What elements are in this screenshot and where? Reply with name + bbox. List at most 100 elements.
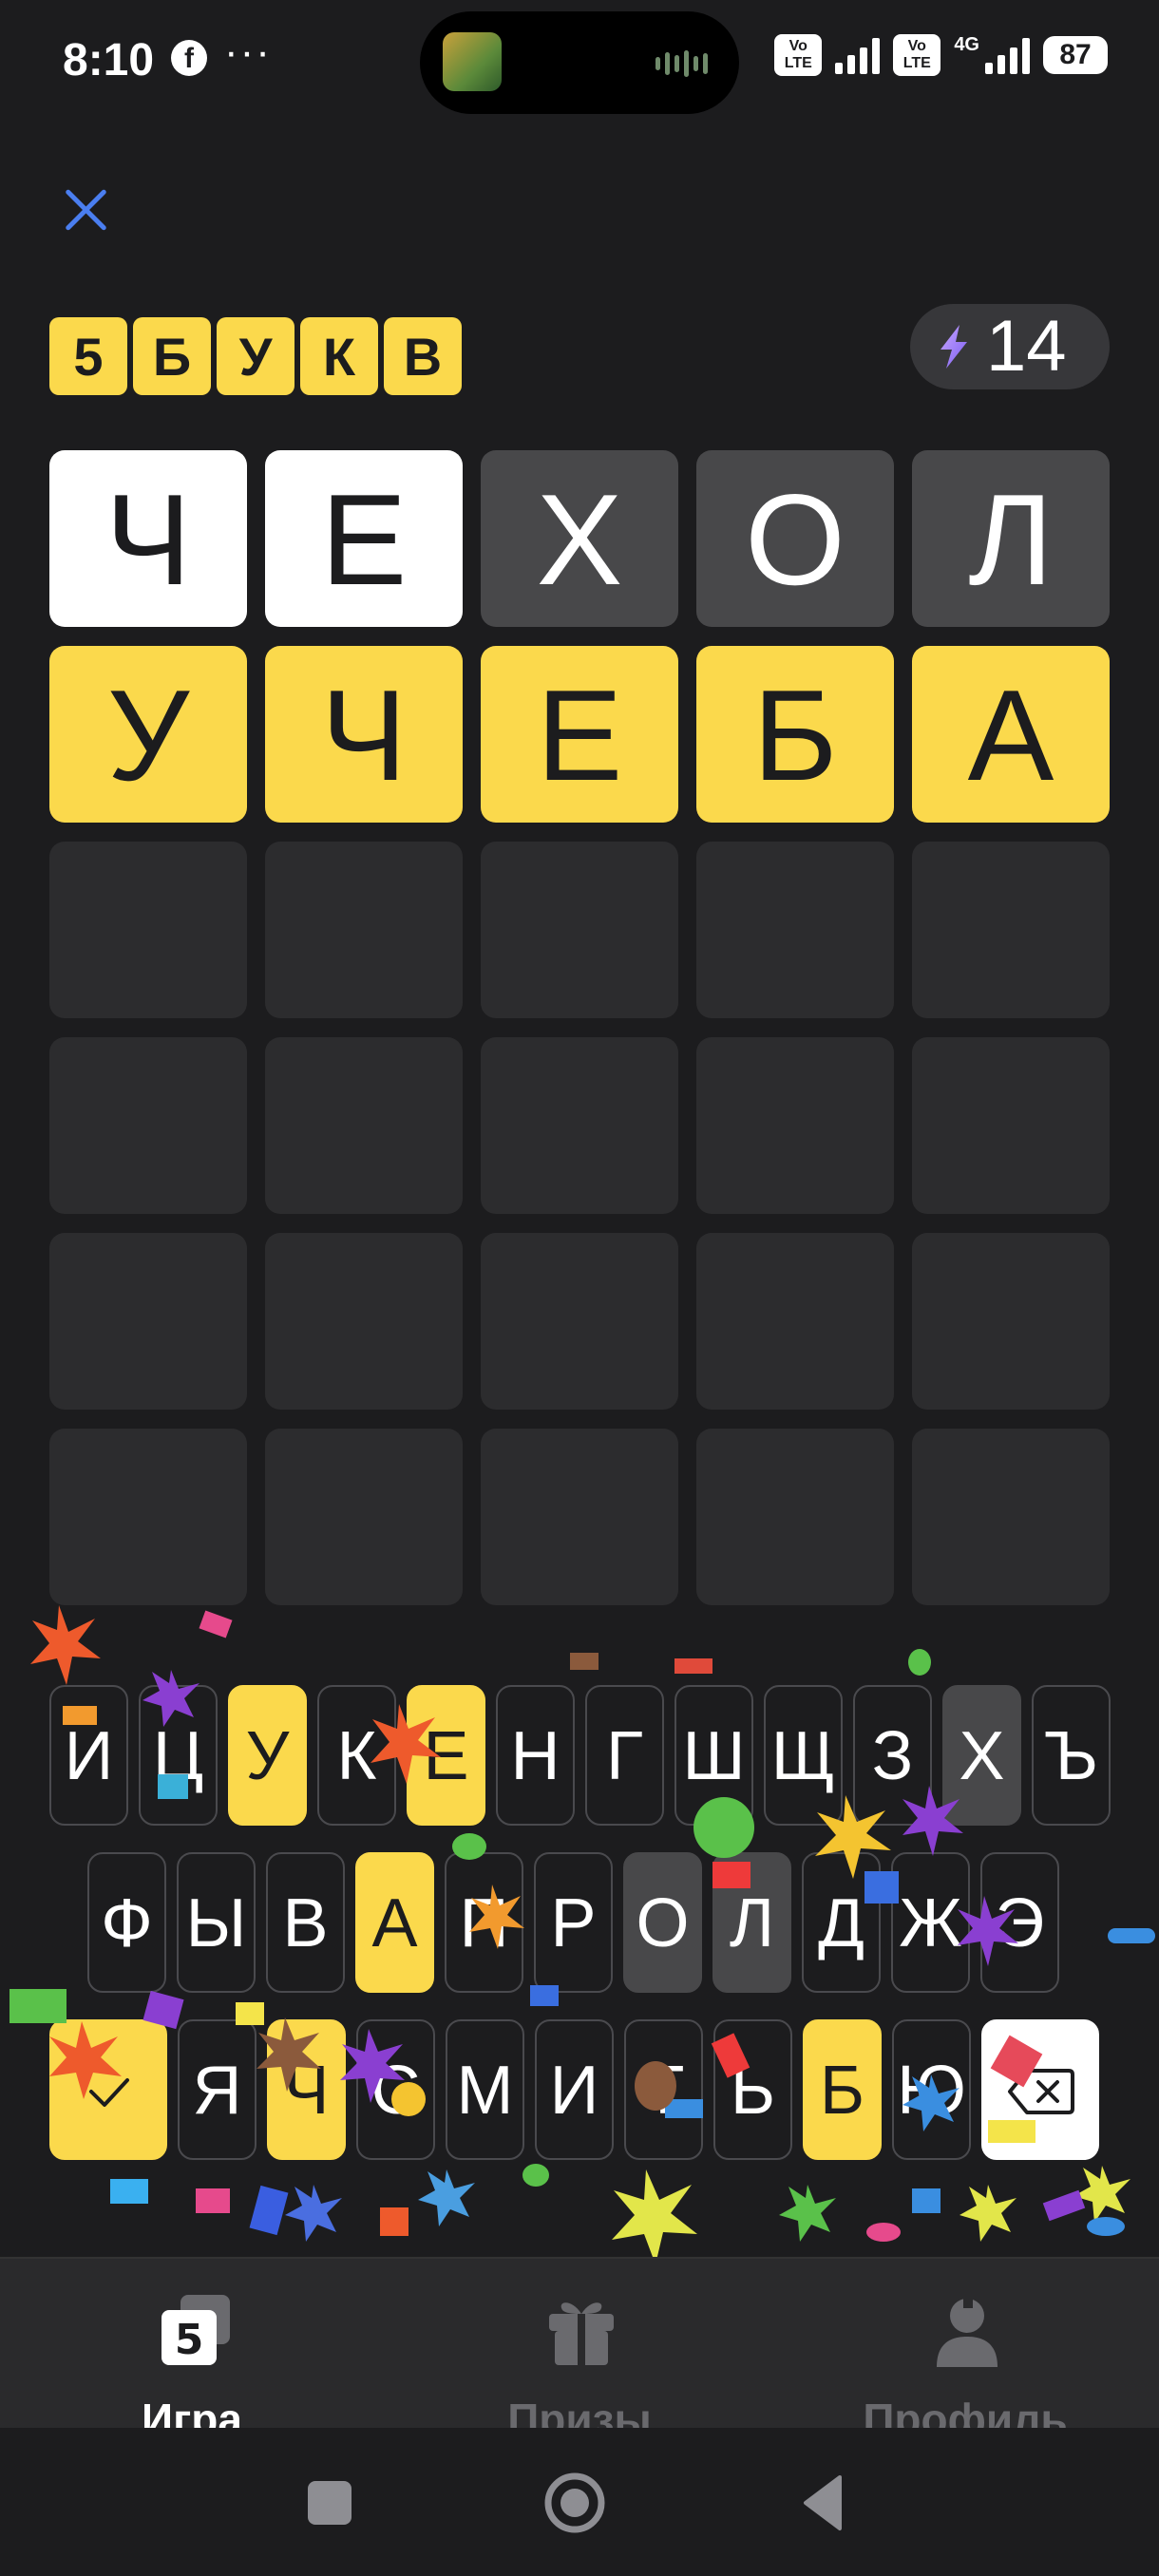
key-letter[interactable]: П	[445, 1852, 523, 1993]
grid-cell: Х	[481, 450, 678, 627]
key-letter[interactable]: Я	[178, 2019, 256, 2160]
key-letter[interactable]: Ь	[713, 2019, 792, 2160]
dynamic-island	[420, 11, 739, 114]
status-indicators: Vo LTE Vo LTE 4G 87	[774, 34, 1108, 76]
grid-cell-empty	[912, 1233, 1110, 1410]
grid-cell-empty	[481, 1233, 678, 1410]
confetti-dot	[522, 2164, 549, 2187]
back-triangle-icon[interactable]	[790, 2470, 857, 2536]
logo-tile: У	[217, 317, 294, 395]
grid-cell-empty	[49, 1233, 247, 1410]
confetti-dot	[1087, 2217, 1125, 2236]
grid-cell: Л	[912, 450, 1110, 627]
key-letter[interactable]: В	[266, 1852, 345, 1993]
key-letter[interactable]: Ц	[139, 1685, 218, 1826]
key-letter[interactable]: Б	[803, 2019, 882, 2160]
key-letter[interactable]: С	[356, 2019, 435, 2160]
grid-cell: Ч	[49, 450, 247, 627]
key-letter[interactable]: Ш	[674, 1685, 753, 1826]
grid-cell-empty	[696, 842, 894, 1018]
confetti-piece	[570, 1653, 598, 1670]
profile-icon	[937, 2299, 998, 2367]
more-notifications-icon: ···	[224, 28, 272, 75]
key-letter[interactable]: Г	[585, 1685, 664, 1826]
tab-game[interactable]: 5 Игра	[49, 2287, 334, 2428]
home-circle-icon[interactable]	[542, 2470, 608, 2536]
confetti-piece	[10, 1989, 66, 2023]
key-letter[interactable]: К	[317, 1685, 396, 1826]
confetti-piece	[199, 1610, 233, 1638]
svg-text:5: 5	[175, 2316, 204, 2364]
key-letter[interactable]: А	[355, 1852, 434, 1993]
key-letter[interactable]: Щ	[764, 1685, 843, 1826]
key-letter[interactable]: Л	[712, 1852, 791, 1993]
gift-icon	[549, 2302, 614, 2365]
key-letter[interactable]: И	[49, 1685, 128, 1826]
confetti-piece	[674, 1658, 712, 1674]
key-letter[interactable]: З	[853, 1685, 932, 1826]
volte-icon-2: Vo LTE	[893, 34, 941, 76]
key-letter[interactable]: Ю	[892, 2019, 971, 2160]
tab-game-label: Игра	[142, 2395, 242, 2428]
grid-cell: Б	[696, 646, 894, 823]
word-grid: ЧЕХОЛУЧЕБА	[49, 450, 1110, 1605]
grid-cell: У	[49, 646, 247, 823]
logo-tile: 5	[49, 317, 127, 395]
logo-tile: Б	[133, 317, 211, 395]
grid-cell-empty	[912, 1037, 1110, 1214]
key-letter[interactable]: Ъ	[1032, 1685, 1111, 1826]
battery-icon: 87	[1043, 36, 1108, 74]
confetti-piece	[110, 2179, 148, 2204]
volte-icon: Vo LTE	[774, 34, 823, 76]
network-type: 4G	[954, 34, 979, 55]
key-letter[interactable]: Э	[980, 1852, 1059, 1993]
system-nav-bar	[0, 2428, 1159, 2576]
key-letter[interactable]: Е	[407, 1685, 485, 1826]
key-letter[interactable]: И	[535, 2019, 614, 2160]
game-logo: 5БУКВ	[49, 317, 462, 395]
confetti-star	[285, 2185, 342, 2242]
grid-cell: А	[912, 646, 1110, 823]
grid-cell-empty	[265, 1037, 463, 1214]
enter-button[interactable]	[49, 2019, 167, 2160]
grid-cell-empty	[265, 1233, 463, 1410]
key-letter[interactable]: Ы	[177, 1852, 256, 1993]
key-letter[interactable]: Д	[802, 1852, 881, 1993]
key-letter[interactable]: Х	[942, 1685, 1021, 1826]
grid-cell-empty	[481, 842, 678, 1018]
status-bar: 8:10 f ··· Vo LTE Vo LTE 4G 87	[0, 0, 1159, 123]
key-letter[interactable]: Т	[624, 2019, 703, 2160]
confetti-dot	[866, 2223, 901, 2242]
grid-cell-empty	[912, 842, 1110, 1018]
key-letter[interactable]: Р	[534, 1852, 613, 1993]
grid-cell-empty	[481, 1037, 678, 1214]
tab-prizes[interactable]: Призы	[437, 2287, 722, 2428]
energy-badge[interactable]: 14	[910, 304, 1110, 389]
key-letter[interactable]: Ж	[891, 1852, 970, 1993]
confetti-piece	[196, 2188, 230, 2213]
close-icon[interactable]	[57, 180, 114, 237]
key-letter[interactable]: О	[623, 1852, 702, 1993]
signal-icon-2	[985, 36, 1030, 74]
key-letter[interactable]: Ч	[267, 2019, 346, 2160]
key-letter[interactable]: Ф	[87, 1852, 166, 1993]
bottom-nav: 5 Игра Призы Профиль	[0, 2257, 1159, 2428]
game-icon: 5	[162, 2295, 230, 2365]
square-icon[interactable]	[296, 2470, 363, 2536]
key-letter[interactable]: Н	[496, 1685, 575, 1826]
confetti-piece	[1108, 1928, 1155, 1943]
logo-tile: В	[384, 317, 462, 395]
keyboard-row-1: ИЦУКЕНГШЩЗХЪ	[49, 1685, 1111, 1826]
backspace-button[interactable]	[981, 2019, 1099, 2160]
confetti-piece	[912, 2188, 940, 2213]
confetti-dot	[908, 1649, 931, 1676]
key-letter[interactable]: М	[446, 2019, 524, 2160]
grid-cell-empty	[912, 1429, 1110, 1605]
energy-count: 14	[986, 306, 1067, 387]
status-time: 8:10	[63, 35, 155, 85]
grid-cell-empty	[49, 1037, 247, 1214]
tab-profile[interactable]: Профиль	[823, 2287, 1108, 2428]
key-letter[interactable]: У	[228, 1685, 307, 1826]
confetti-star	[960, 2185, 1016, 2242]
lightning-icon	[940, 325, 967, 369]
